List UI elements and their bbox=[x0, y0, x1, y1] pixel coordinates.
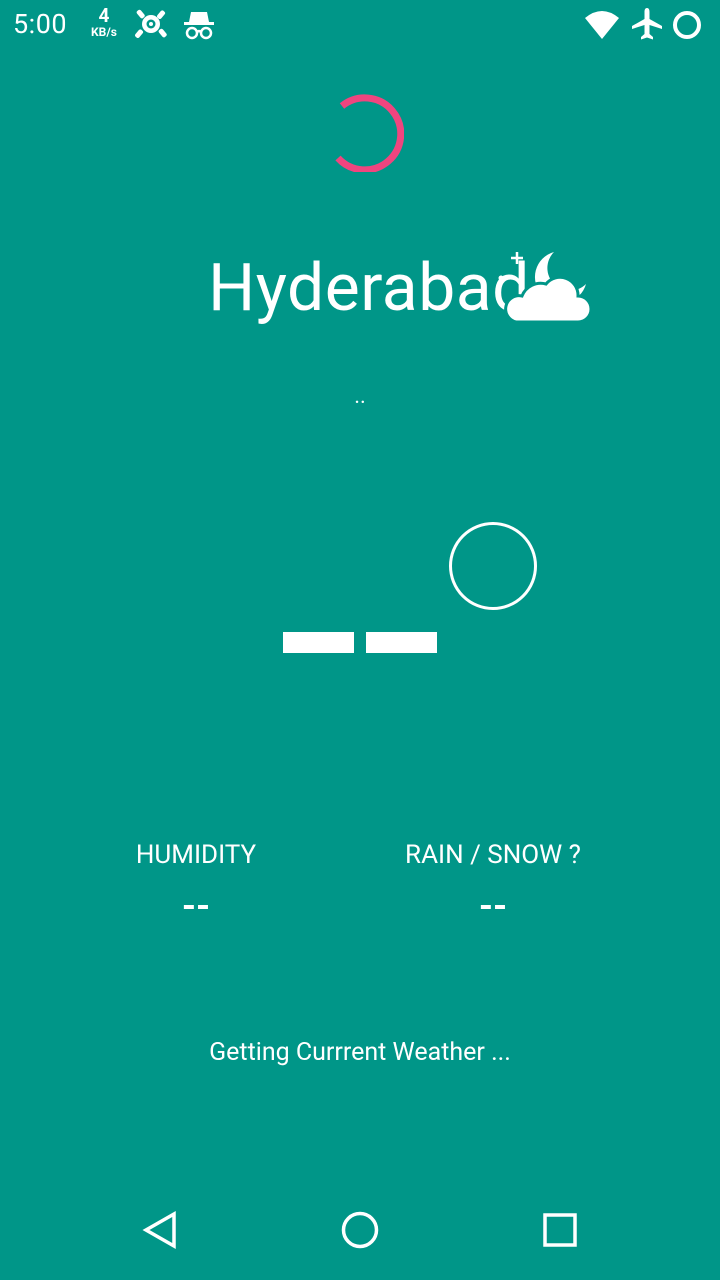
night-cloudy-icon bbox=[498, 252, 593, 324]
airplane-mode-icon bbox=[632, 8, 662, 40]
status-time: 5:00 bbox=[13, 8, 68, 40]
wifi-icon bbox=[585, 11, 619, 39]
rain-snow-label: RAIN / SNOW ? bbox=[405, 840, 581, 870]
recents-icon[interactable] bbox=[538, 1208, 582, 1252]
back-icon[interactable] bbox=[138, 1208, 182, 1252]
network-speed-value: 4 bbox=[98, 4, 110, 27]
network-speed-unit: KB/s bbox=[91, 25, 117, 39]
status-bar: 5:00 4 KB/s bbox=[0, 0, 720, 50]
degree-symbol bbox=[449, 522, 537, 610]
humidity-label: HUMIDITY bbox=[135, 840, 257, 870]
temperature-dash bbox=[283, 632, 354, 653]
incognito-icon bbox=[184, 12, 214, 40]
rain-snow-value: -- bbox=[478, 885, 508, 927]
bug-icon bbox=[135, 9, 167, 38]
navigation-bar bbox=[0, 1180, 720, 1280]
home-icon[interactable] bbox=[338, 1208, 382, 1252]
city-name: Hyderabad bbox=[208, 250, 530, 327]
weather-description: .. bbox=[354, 384, 366, 409]
temperature-dash bbox=[366, 632, 437, 653]
network-speed: 4 KB/s bbox=[84, 6, 124, 38]
loading-spinner-icon bbox=[335, 94, 404, 172]
status-message: Getting Currrent Weather ... bbox=[209, 1038, 511, 1067]
humidity-value: -- bbox=[181, 885, 211, 927]
battery-loading-icon bbox=[673, 11, 701, 39]
